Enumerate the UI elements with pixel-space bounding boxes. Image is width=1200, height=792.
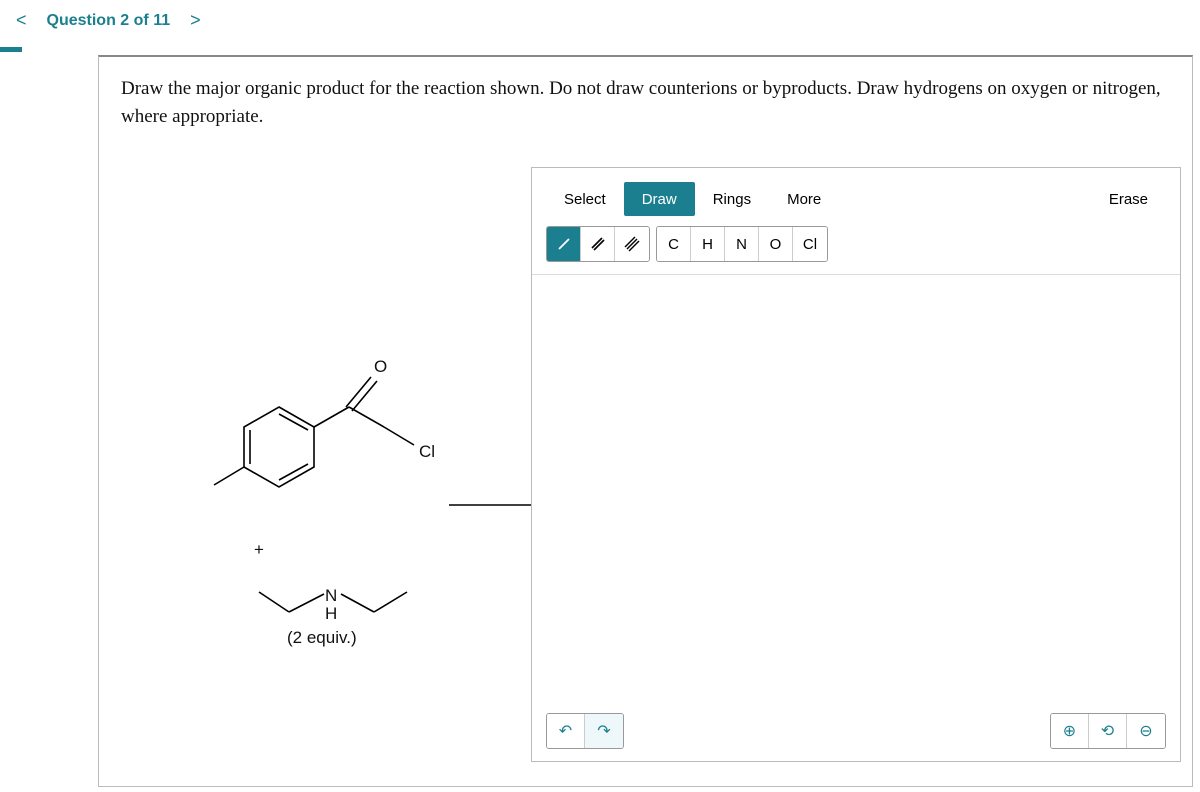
zoom-in-button[interactable]: ⊕ [1051, 714, 1089, 748]
progress-indicator [0, 47, 22, 52]
zoom-out-icon: ⊖ [1139, 721, 1152, 741]
undo-icon: ↶ [559, 721, 572, 741]
mode-more-button[interactable]: More [769, 182, 839, 216]
prev-question-button[interactable]: < [10, 8, 33, 33]
redo-icon: ↷ [597, 721, 610, 741]
zoom-out-button[interactable]: ⊖ [1127, 714, 1165, 748]
double-bond-button[interactable] [581, 227, 615, 261]
undo-button[interactable]: ↶ [547, 714, 585, 748]
mode-toolbar: Select Draw Rings More Erase [532, 168, 1180, 224]
history-group: ↶ ↷ [546, 713, 624, 749]
tool-toolbar: C H N O Cl [532, 224, 1180, 275]
mode-select-button[interactable]: Select [546, 182, 624, 216]
redo-button[interactable]: ↷ [585, 714, 623, 748]
question-card: Draw the major organic product for the r… [98, 55, 1193, 787]
zoom-group: ⊕ ⟲ ⊖ [1050, 713, 1166, 749]
element-O-button[interactable]: O [759, 227, 793, 261]
question-prompt: Draw the major organic product for the r… [121, 75, 1170, 130]
reaction-scheme: O Cl + N H (2 equiv.) [149, 287, 569, 647]
atom-label-H: H [325, 604, 337, 623]
mode-draw-button[interactable]: Draw [624, 182, 695, 216]
double-bond-icon [590, 236, 606, 252]
element-H-button[interactable]: H [691, 227, 725, 261]
element-Cl-button[interactable]: Cl [793, 227, 827, 261]
single-bond-button[interactable] [547, 227, 581, 261]
zoom-reset-icon: ⟲ [1101, 721, 1114, 741]
next-question-button[interactable]: > [184, 8, 207, 33]
element-tool-group: C H N O Cl [656, 226, 828, 262]
bond-tool-group [546, 226, 650, 262]
atom-label-Cl: Cl [419, 442, 435, 461]
mode-rings-button[interactable]: Rings [695, 182, 769, 216]
element-C-button[interactable]: C [657, 227, 691, 261]
zoom-reset-button[interactable]: ⟲ [1089, 714, 1127, 748]
drawing-canvas[interactable] [532, 275, 1180, 735]
triple-bond-icon [624, 236, 640, 252]
canvas-footer-toolbar: ↶ ↷ ⊕ ⟲ ⊖ [532, 701, 1180, 761]
atom-label-N: N [325, 586, 337, 605]
single-bond-icon [556, 236, 572, 252]
atom-label-O: O [374, 357, 387, 376]
triple-bond-button[interactable] [615, 227, 649, 261]
plus-sign: + [254, 540, 264, 559]
question-counter-label: Question 2 of 11 [47, 12, 171, 30]
zoom-in-icon: ⊕ [1063, 721, 1076, 741]
mode-erase-button[interactable]: Erase [1091, 182, 1166, 216]
structure-editor-panel: Select Draw Rings More Erase [531, 167, 1181, 762]
equiv-note: (2 equiv.) [287, 628, 357, 647]
element-N-button[interactable]: N [725, 227, 759, 261]
